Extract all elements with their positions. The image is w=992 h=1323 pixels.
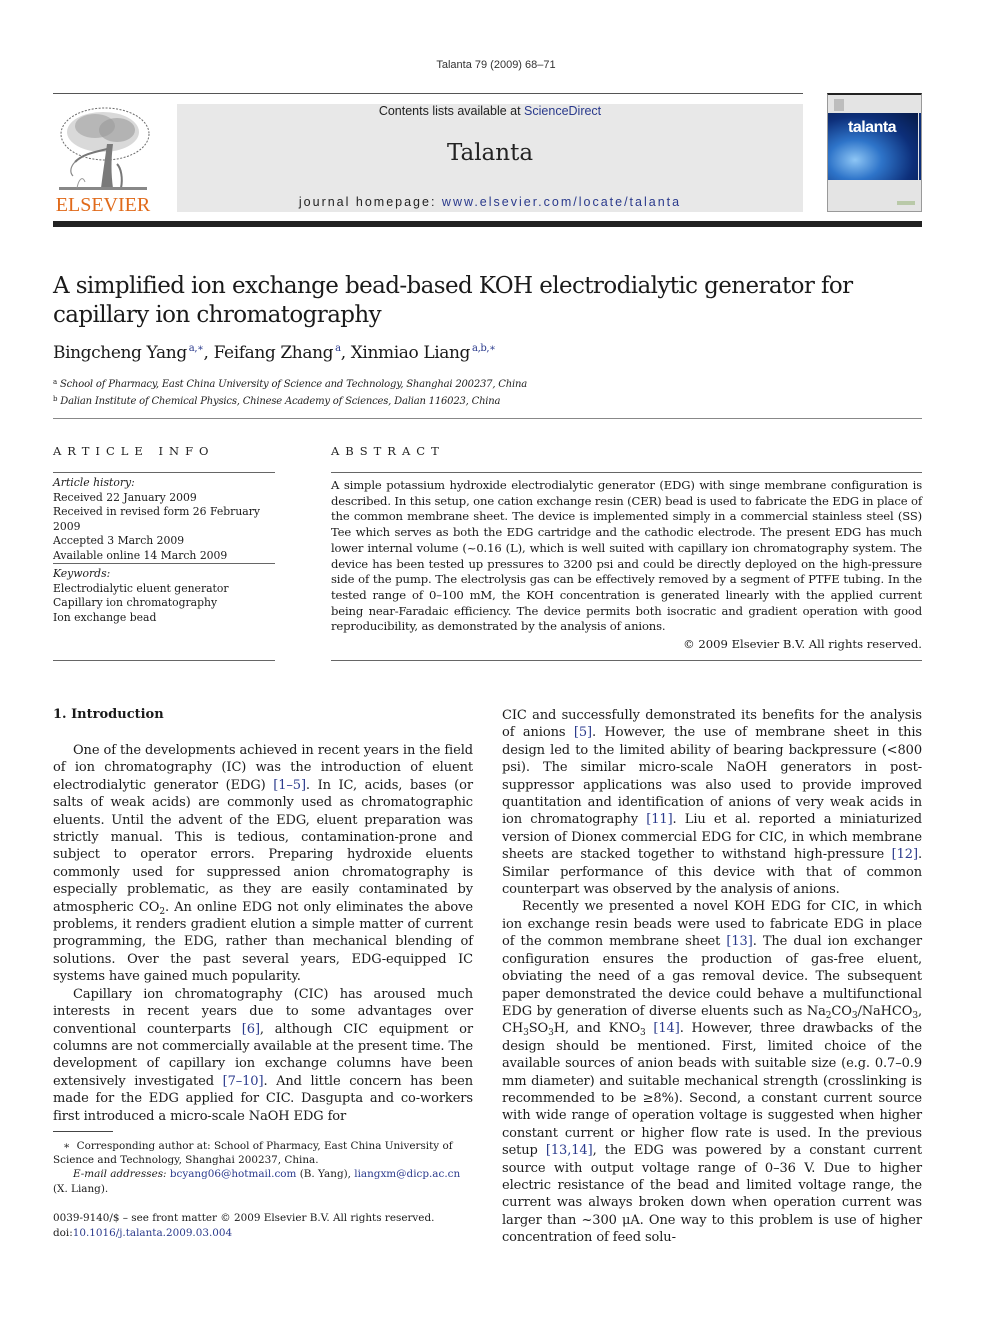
issn-line: 0039-9140/$ – see front matter © 2009 El…	[53, 1212, 435, 1224]
abstract-heading: ABSTRACT	[331, 444, 445, 458]
journal-cover-thumbnail[interactable]: talanta	[827, 93, 922, 212]
elsevier-logo[interactable]: ELSEVIER	[53, 104, 153, 216]
body-column-right: CIC and successfully demonstrated its be…	[502, 707, 922, 1247]
elsevier-tree-icon	[55, 104, 151, 194]
doi-prefix: doi:	[53, 1227, 73, 1239]
author-separator: ,	[340, 343, 351, 363]
keywords: Keywords: Electrodialytic eluent generat…	[53, 567, 275, 625]
keyword-item: Capillary ion chromatography	[53, 596, 218, 609]
cover-badge-icon	[897, 201, 915, 205]
subscript: 3	[640, 1028, 646, 1039]
cover-band-edge	[919, 113, 921, 180]
article-title: A simplified ion exchange bead-based KOH…	[53, 273, 853, 328]
text-run: CO	[831, 1003, 852, 1019]
footnote-rule	[53, 1131, 113, 1132]
footnote-corresponding: ∗ Corresponding author at: School of Pha…	[53, 1139, 473, 1167]
running-head: Talanta 79 (2009) 68–71	[436, 59, 556, 71]
abstract-rule	[331, 472, 922, 473]
keyword-item: Ion exchange bead	[53, 610, 157, 624]
affiliation-b: b Dalian Institute of Chemical Physics, C…	[53, 392, 527, 409]
history-item: Received in revised form 26 February 200…	[53, 505, 260, 533]
citation-link[interactable]: [5]	[574, 725, 592, 740]
citation-link[interactable]: [13,14]	[546, 1143, 593, 1158]
article-info-heading: ARTICLE INFO	[53, 444, 215, 458]
article-info-bottom-rule	[53, 660, 275, 661]
journal-title: Talanta	[446, 140, 534, 166]
doi-link[interactable]: 10.1016/j.talanta.2009.03.004	[73, 1227, 232, 1239]
affiliation-a: a School of Pharmacy, East China Universi…	[53, 375, 527, 392]
citation-link[interactable]: [6]	[242, 1022, 260, 1037]
affiliation-text: School of Pharmacy, East China Universit…	[59, 379, 527, 390]
email-label: E-mail addresses:	[73, 1168, 170, 1181]
sciencedirect-link[interactable]: ScienceDirect	[524, 104, 601, 118]
citation-link[interactable]: [1–5]	[273, 778, 306, 793]
header-top-rule	[53, 93, 803, 94]
author-name: Bingcheng Yang	[53, 343, 187, 363]
article-history: Article history: Received 22 January 200…	[53, 476, 275, 563]
affiliation-mark: b	[53, 395, 58, 403]
author-separator: ,	[203, 343, 214, 363]
keywords-label: Keywords:	[53, 567, 111, 580]
abstract-text: A simple potassium hydroxide electrodial…	[331, 478, 922, 634]
paragraph: CIC and successfully demonstrated its be…	[502, 707, 922, 898]
history-item: Available online 14 March 2009	[53, 548, 228, 562]
corresponding-author-footnote: ∗ Corresponding author at: School of Pha…	[53, 1139, 473, 1196]
author-list: Bingcheng Yang a,∗, Feifang Zhang a, Xinmi…	[53, 343, 496, 363]
affiliation-mark: a	[53, 378, 57, 386]
homepage-link[interactable]: www.elsevier.com/locate/talanta	[442, 195, 681, 209]
footnote-text: Corresponding author at: School of Pharm…	[53, 1140, 453, 1167]
body-column-left: One of the developments achieved in rece…	[53, 742, 473, 1125]
keywords-rule	[53, 563, 275, 564]
footnote-star: ∗	[63, 1140, 71, 1152]
paragraph: Recently we presented a novel KOH EDG fo…	[502, 898, 922, 1246]
paragraph: Capillary ion chromatography (CIC) has a…	[53, 986, 473, 1125]
text-run: . However, three drawbacks of the design…	[502, 1021, 922, 1159]
text-run: /NaHCO	[857, 1003, 913, 1019]
email-owner: (X. Liang).	[53, 1182, 109, 1195]
citation-link[interactable]: [7–10]	[223, 1074, 264, 1089]
history-item: Accepted 3 March 2009	[53, 534, 185, 547]
keyword-item: Electrodialytic eluent generator	[53, 581, 229, 595]
citation-link[interactable]: [12]	[892, 847, 918, 862]
header-thick-rule	[53, 221, 922, 227]
email-link-liang[interactable]: liangxm@dicp.ac.cn	[354, 1168, 460, 1180]
email-link-yang[interactable]: bcyang06@hotmail.com	[170, 1168, 297, 1180]
section-heading-introduction: 1. Introduction	[53, 707, 164, 722]
cover-title: talanta	[848, 119, 897, 136]
history-label: Article history:	[53, 476, 135, 489]
text-run: , the EDG was powered by a constant curr…	[502, 1143, 922, 1246]
email-owner: (B. Yang),	[296, 1168, 355, 1181]
journal-banner: Contents lists available at ScienceDirec…	[177, 104, 803, 212]
author-name: Feifang Zhang	[213, 343, 334, 363]
text-run: H, and KNO	[553, 1021, 641, 1037]
citation-link[interactable]: [14]	[653, 1021, 679, 1036]
affiliation-text: Dalian Institute of Chemical Physics, Ch…	[60, 396, 501, 407]
doi-line: doi:10.1016/j.talanta.2009.03.004	[53, 1226, 473, 1241]
history-item: Received 22 January 2009	[53, 490, 197, 504]
abstract-bottom-rule	[331, 660, 922, 661]
elsevier-wordmark: ELSEVIER	[55, 194, 151, 216]
citation-link[interactable]: [13]	[726, 934, 752, 949]
author-affil-mark[interactable]: a,b,∗	[472, 343, 496, 354]
paragraph: One of the developments achieved in rece…	[53, 742, 473, 986]
footnote-emails: E-mail addresses: bcyang06@hotmail.com (…	[53, 1167, 473, 1195]
abstract-copyright: © 2009 Elsevier B.V. All rights reserved…	[683, 637, 922, 651]
text-run: SO	[528, 1021, 549, 1037]
author-name: Xinmiao Liang	[350, 343, 471, 363]
front-matter: 0039-9140/$ – see front matter © 2009 El…	[53, 1211, 473, 1241]
homepage-prefix: journal homepage:	[298, 195, 442, 209]
cover-elsevier-icon	[834, 99, 844, 111]
text-run: . In IC, acids, bases (or salts of weak …	[53, 777, 473, 915]
divider	[53, 418, 922, 419]
affiliations: a School of Pharmacy, East China Universi…	[53, 375, 527, 409]
contents-prefix: Contents lists available at	[378, 104, 525, 118]
citation-link[interactable]: [11]	[646, 812, 672, 827]
article-info-rule	[53, 472, 275, 473]
homepage-line: journal homepage: www.elsevier.com/locat…	[177, 195, 803, 209]
author-affil-mark[interactable]: a,∗	[189, 343, 204, 354]
contents-line: Contents lists available at ScienceDirec…	[177, 104, 803, 118]
